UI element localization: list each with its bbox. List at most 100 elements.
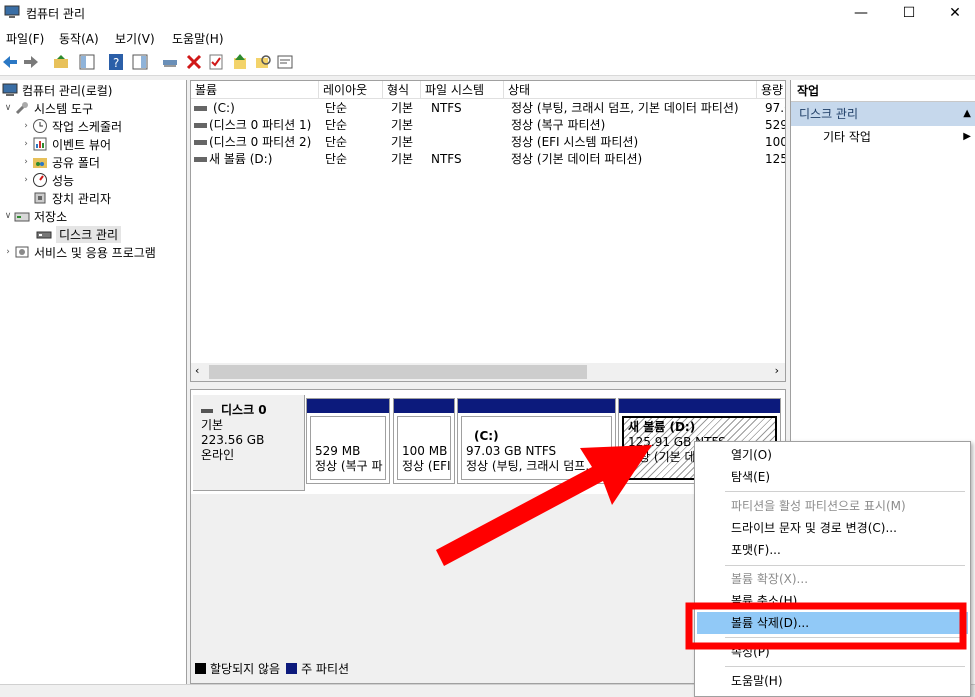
tree-label: 컴퓨터 관리(로컬) — [22, 83, 113, 98]
tree-item-task-scheduler[interactable]: › 작업 스케줄러 — [20, 117, 122, 135]
minimize-button[interactable]: — — [838, 0, 884, 26]
filesystem-cell — [431, 117, 504, 134]
filesystem-cell — [431, 134, 504, 151]
tree-item-system-tools[interactable]: ∨ 시스템 도구 — [2, 99, 93, 117]
export-up-icon[interactable] — [231, 53, 249, 71]
disk-info-panel[interactable]: 디스크 0 기본 223.56 GB 온라인 — [193, 395, 305, 491]
services-icon — [15, 246, 29, 258]
table-row[interactable]: 새 볼륨 (D:) 단순 기본 NTFS 정상 (기본 데이터 파티션) 125 — [191, 151, 785, 168]
capacity-cell: 100 — [765, 135, 786, 149]
help-icon[interactable]: ? — [107, 53, 125, 71]
back-arrow-icon[interactable] — [1, 53, 19, 71]
show-hide-tree-icon[interactable] — [78, 53, 96, 71]
tools-icon — [15, 102, 28, 115]
search-folder-icon[interactable] — [254, 53, 272, 71]
action-pane-icon[interactable] — [131, 53, 149, 71]
menu-view[interactable]: 보기(V) — [115, 30, 155, 47]
status-cell: 정상 (기본 데이터 파티션) — [511, 152, 643, 166]
scroll-right-arrow-icon[interactable]: › — [775, 364, 779, 377]
menu-file[interactable]: 파일(F) — [6, 30, 44, 47]
partition-recovery[interactable]: 529 MB 정상 (복구 파 — [306, 398, 390, 484]
storage-icon — [14, 212, 30, 222]
title-bar: 컴퓨터 관리 — ☐ ✕ — [0, 0, 975, 26]
tree-item-services-apps[interactable]: › 서비스 및 응용 프로그램 — [2, 243, 156, 261]
menu-item-help[interactable]: 도움말(H) — [697, 670, 968, 692]
submenu-arrow-icon: ▶ — [963, 131, 971, 142]
table-row[interactable]: (디스크 0 파티션 1) 단순 기본 정상 (복구 파티션) 529 — [191, 117, 785, 134]
tree-item-disk-management[interactable]: 디스크 관리 — [36, 225, 122, 243]
disk-icon — [201, 408, 213, 413]
scroll-left-arrow-icon[interactable]: ‹ — [195, 364, 199, 377]
tree-item-shared-folders[interactable]: › 공유 폴더 — [20, 153, 100, 171]
computer-icon — [2, 83, 18, 96]
expand-chevron-icon[interactable]: › — [20, 157, 32, 167]
column-header-status[interactable]: 상태 — [504, 81, 757, 99]
partition-efi[interactable]: 100 MB 정상 (EFI — [393, 398, 455, 484]
column-header-filesystem[interactable]: 파일 시스템 — [421, 81, 504, 99]
maximize-button[interactable]: ☐ — [886, 0, 932, 26]
column-header-capacity[interactable]: 용량 — [757, 81, 785, 99]
tree-item-event-viewer[interactable]: › 이벤트 뷰어 — [20, 135, 111, 153]
tree-label: 서비스 및 응용 프로그램 — [34, 245, 156, 260]
menu-item-extend-volume[interactable]: 볼륨 확장(X)... — [697, 568, 968, 590]
partition-c[interactable]: (C:) 97.03 GB NTFS 정상 (부팅, 크래시 덤프, 기 — [457, 398, 616, 484]
menu-item-explore[interactable]: 탐색(E) — [697, 466, 968, 488]
horizontal-scrollbar[interactable]: ‹ › — [191, 363, 785, 381]
partition-bar — [458, 399, 615, 413]
context-menu: 열기(O) 탐색(E) 파티션을 활성 파티션으로 표시(M) 드라이브 문자 … — [694, 441, 971, 697]
menu-item-open[interactable]: 열기(O) — [697, 444, 968, 466]
menu-item-format[interactable]: 포맷(F)... — [697, 539, 968, 561]
toolbar: ? — [0, 48, 975, 76]
action-more-actions[interactable]: 기타 작업 ▶ — [791, 126, 975, 148]
expand-chevron-icon[interactable]: › — [20, 121, 32, 131]
table-row[interactable]: (디스크 0 파티션 2) 단순 기본 정상 (EFI 시스템 파티션) 100 — [191, 134, 786, 151]
delete-x-icon[interactable] — [185, 53, 203, 71]
partition-body: 100 MB 정상 (EFI — [397, 416, 451, 480]
collapse-up-icon[interactable]: ▲ — [963, 102, 971, 126]
collapse-chevron-icon[interactable]: ∨ — [2, 211, 14, 221]
up-folder-icon[interactable] — [52, 53, 70, 71]
menu-item-shrink-volume[interactable]: 볼륨 축소(H) — [697, 590, 968, 612]
disk-drive-icon — [36, 231, 52, 239]
tree-item-device-manager[interactable]: 장치 관리자 — [32, 189, 111, 207]
scrollbar-thumb[interactable] — [209, 365, 587, 379]
partition-body: 529 MB 정상 (복구 파 — [310, 416, 386, 480]
forward-arrow-icon[interactable] — [22, 53, 40, 71]
expand-chevron-icon[interactable]: › — [20, 175, 32, 185]
computer-management-icon — [4, 5, 20, 18]
actions-section-disk-management[interactable]: 디스크 관리 ▲ — [791, 102, 975, 126]
expand-chevron-icon[interactable]: › — [20, 139, 32, 149]
menu-help[interactable]: 도움말(H) — [172, 30, 224, 47]
settings-panel-icon[interactable] — [276, 53, 294, 71]
tree-label: 시스템 도구 — [34, 101, 94, 116]
menu-item-delete-volume[interactable]: 볼륨 삭제(D)... — [697, 612, 968, 634]
column-header-layout[interactable]: 레이아웃 — [319, 81, 383, 99]
tree-item-storage[interactable]: ∨ 저장소 — [2, 207, 67, 225]
table-row[interactable]: (C:) 단순 기본 NTFS 정상 (부팅, 크래시 덤프, 기본 데이터 파… — [191, 100, 785, 117]
menu-item-properties[interactable]: 속성(P) — [697, 641, 968, 663]
collapse-chevron-icon[interactable]: ∨ — [2, 103, 14, 113]
menu-action[interactable]: 동작(A) — [59, 30, 99, 47]
menu-item-change-drive-letter[interactable]: 드라이브 문자 및 경로 변경(C)... — [697, 517, 968, 539]
status-cell: 정상 (복구 파티션) — [511, 118, 606, 132]
tree-label: 작업 스케줄러 — [52, 119, 123, 134]
shared-folder-icon — [33, 158, 47, 168]
layout-cell: 단순 — [325, 118, 348, 132]
column-header-volume[interactable]: 볼륨 — [191, 81, 319, 99]
connect-icon[interactable] — [161, 53, 179, 71]
layout-cell: 단순 — [325, 101, 348, 115]
check-properties-icon[interactable] — [207, 53, 225, 71]
close-button[interactable]: ✕ — [932, 0, 975, 26]
type-cell: 기본 — [391, 118, 414, 132]
disk-type: 기본 — [201, 418, 224, 432]
device-manager-icon — [34, 192, 46, 204]
menu-item-mark-active[interactable]: 파티션을 활성 파티션으로 표시(M) — [697, 495, 968, 517]
tree-label: 성능 — [52, 173, 75, 188]
tree-item-performance[interactable]: › 성능 — [20, 171, 74, 189]
column-header-type[interactable]: 형식 — [383, 81, 421, 99]
volume-cell: (디스크 0 파티션 2) — [194, 134, 319, 151]
expand-chevron-icon[interactable]: › — [2, 247, 14, 257]
actions-header: 작업 — [791, 80, 975, 102]
tree-item-computer-management[interactable]: 컴퓨터 관리(로컬) — [2, 81, 112, 99]
tree-label: 장치 관리자 — [52, 191, 112, 206]
